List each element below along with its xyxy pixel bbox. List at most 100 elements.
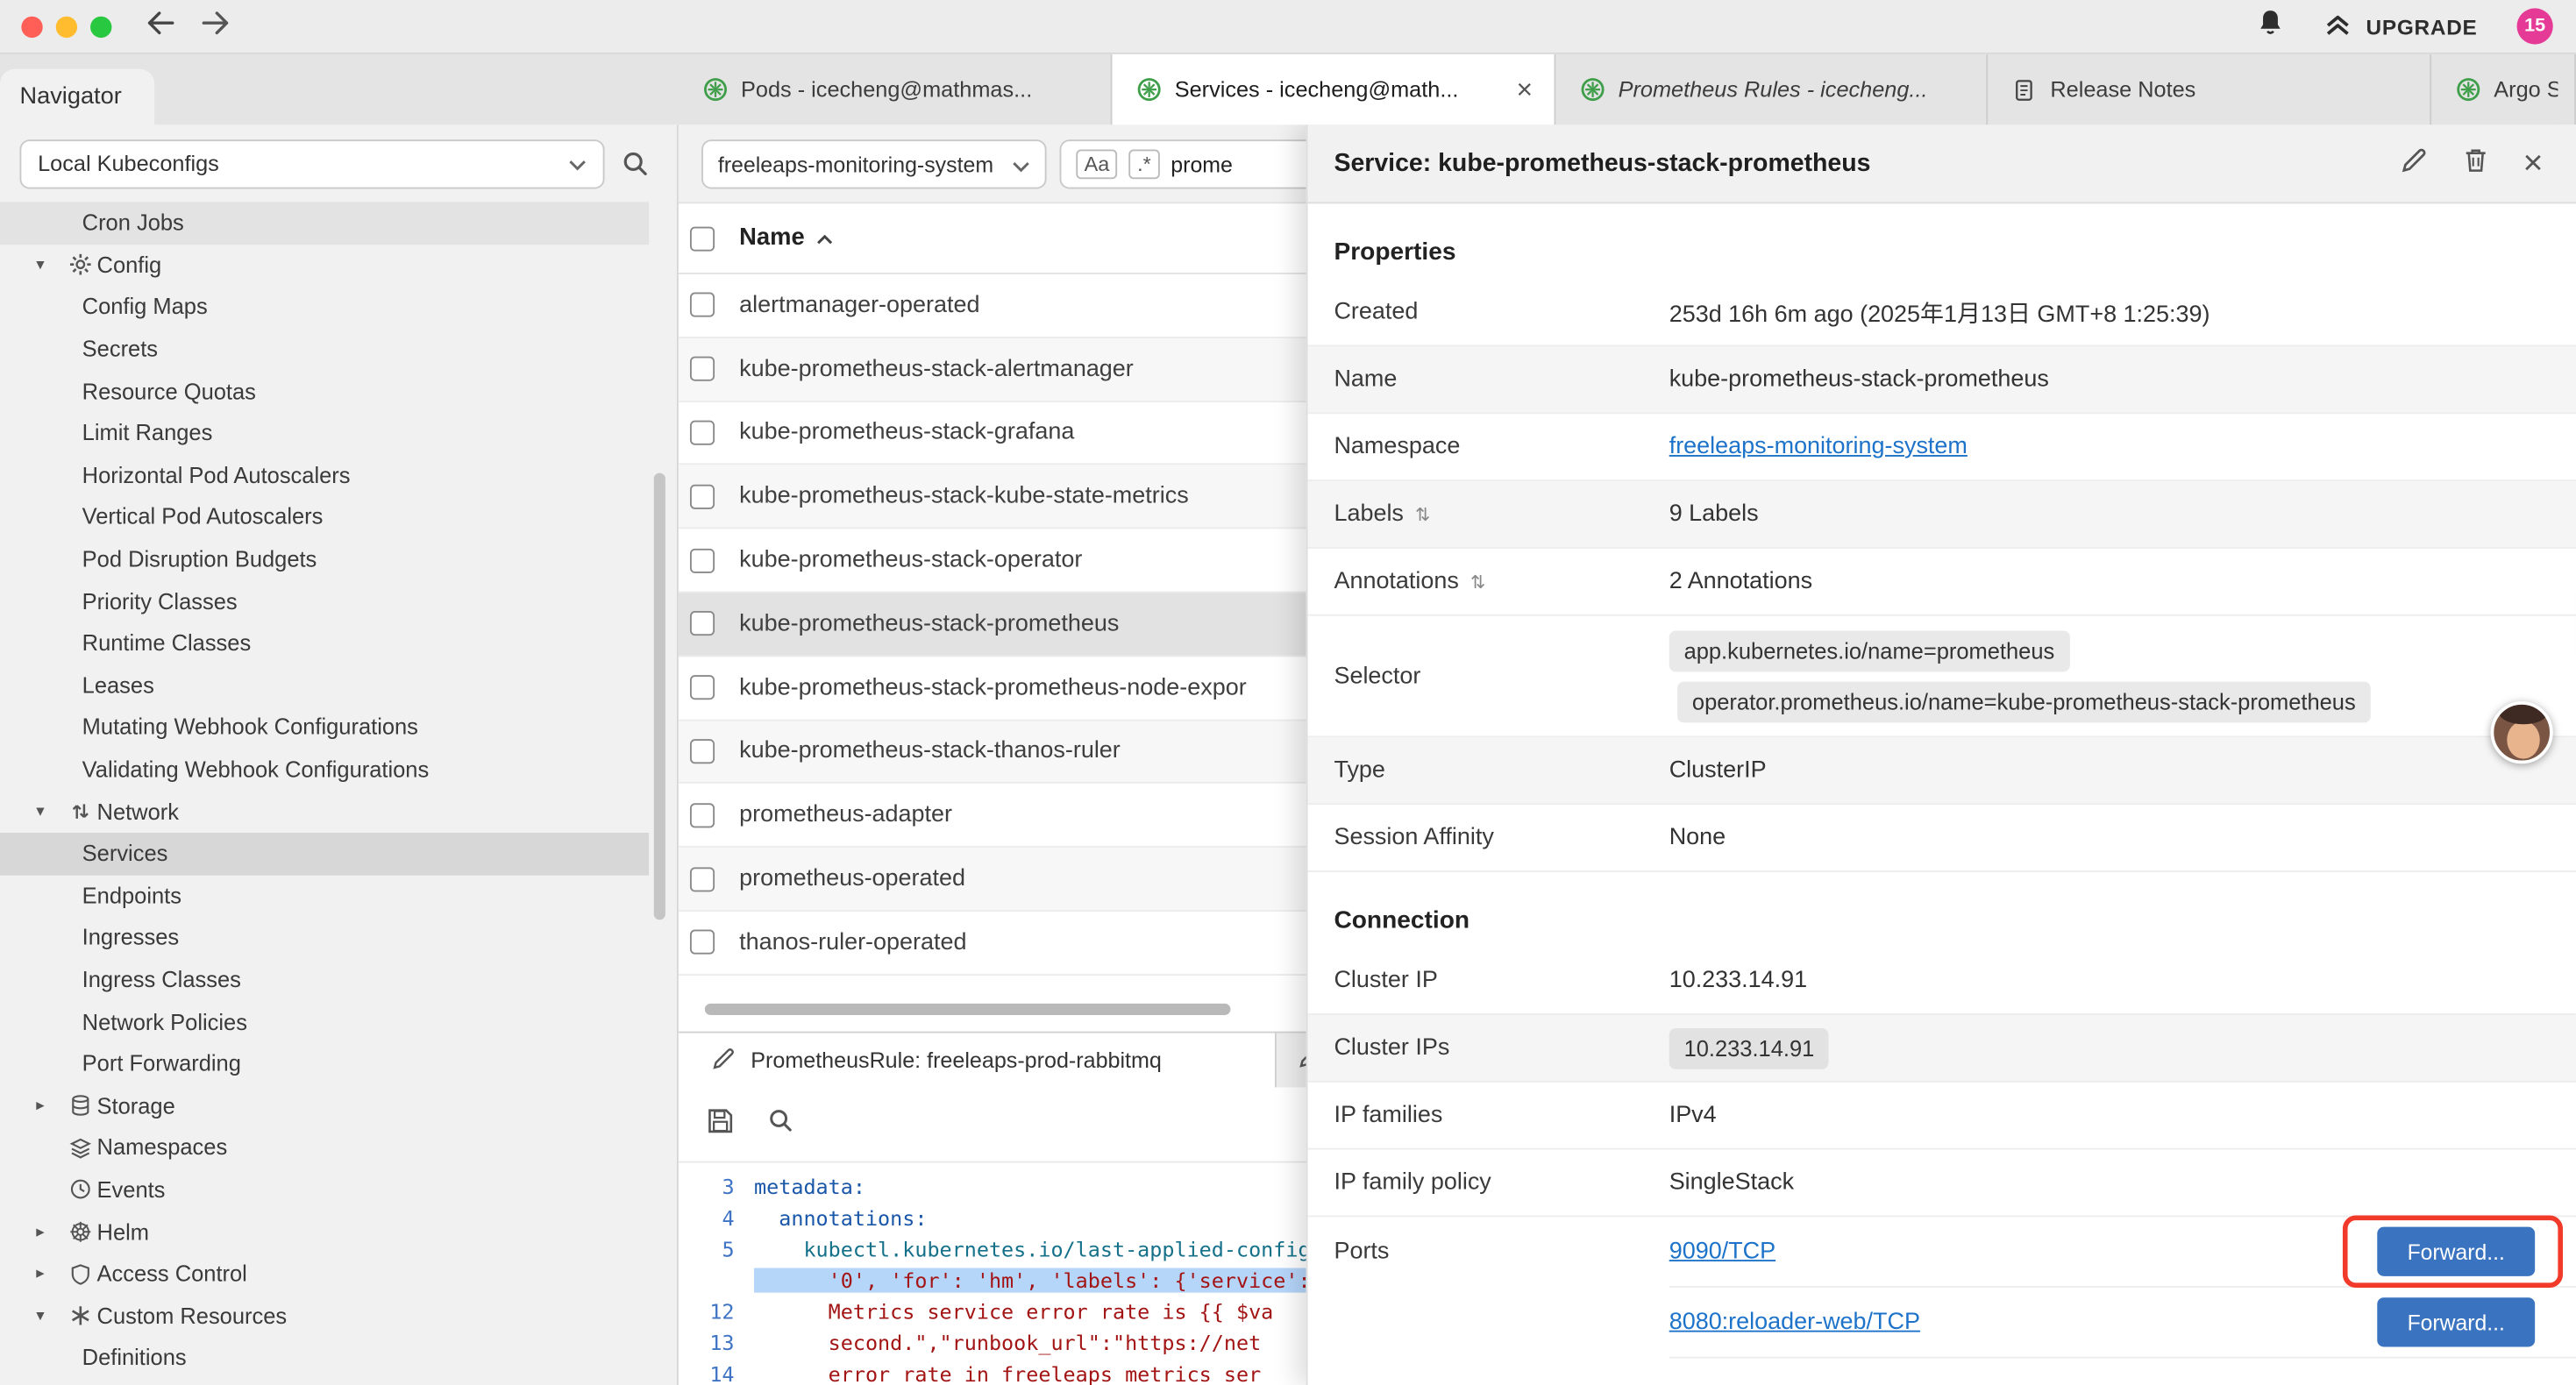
namespace-link[interactable]: freeleaps-monitoring-system xyxy=(1669,434,1968,460)
tab[interactable]: Release Notes xyxy=(1988,54,2431,125)
row-checkbox[interactable] xyxy=(690,867,715,891)
helm-icon xyxy=(64,1220,96,1243)
row-checkbox[interactable] xyxy=(690,293,715,317)
tree-item[interactable]: Events xyxy=(0,1168,649,1211)
expand-collapse-icon[interactable]: ⇅ xyxy=(1415,503,1430,524)
tree-item[interactable]: Config Maps xyxy=(0,286,649,328)
save-icon[interactable] xyxy=(707,1106,735,1142)
tree-item[interactable]: ▸ Access Control xyxy=(0,1253,649,1295)
chevron-icon[interactable]: ▸ xyxy=(36,1097,64,1115)
tree-item[interactable]: Secrets xyxy=(0,328,649,370)
k8s-icon xyxy=(701,77,728,102)
row-checkbox[interactable] xyxy=(690,484,715,508)
tab[interactable]: Prometheus Rules - icecheng... xyxy=(1555,54,1988,125)
tree-item[interactable]: Endpoints xyxy=(0,875,649,917)
tree-item[interactable]: Network Policies xyxy=(0,1001,649,1043)
name-column-header[interactable]: Name xyxy=(739,225,832,252)
port-link[interactable]: 9090/TCP xyxy=(1669,1239,1775,1265)
row-checkbox[interactable] xyxy=(690,548,715,572)
tree-item-label: Secrets xyxy=(82,337,158,361)
kubeconfig-dropdown[interactable]: Local Kubeconfigs xyxy=(19,138,604,188)
tree-item[interactable]: Ingresses xyxy=(0,917,649,959)
port-link[interactable]: 8080:reloader-web/TCP xyxy=(1669,1309,1920,1335)
maximize-window-button[interactable] xyxy=(90,16,111,37)
sidebar-search-icon[interactable] xyxy=(621,150,649,178)
line-number: 5 xyxy=(679,1237,754,1261)
match-case-toggle[interactable]: Aa xyxy=(1076,150,1117,180)
chevron-icon[interactable]: ▾ xyxy=(36,256,64,274)
edit-icon[interactable] xyxy=(2400,146,2428,181)
row-ip-families: IP families IPv4 xyxy=(1307,1083,2576,1150)
notification-count-badge[interactable]: 15 xyxy=(2517,8,2553,44)
tree-item[interactable]: Ingress Classes xyxy=(0,959,649,1001)
row-checkbox[interactable] xyxy=(690,421,715,445)
forward-button[interactable]: Forward... xyxy=(2377,1297,2535,1346)
select-all-checkbox[interactable] xyxy=(690,226,715,251)
tree-item[interactable]: Vertical Pod Autoscalers xyxy=(0,496,649,538)
forward-icon[interactable] xyxy=(199,9,231,43)
forward-button[interactable]: Forward... xyxy=(2377,1227,2535,1276)
tree-item[interactable]: Horizontal Pod Autoscalers xyxy=(0,454,649,496)
row-checkbox[interactable] xyxy=(690,675,715,700)
tree-item[interactable]: ▸ Storage xyxy=(0,1085,649,1127)
tree-item[interactable]: Definitions xyxy=(0,1337,649,1379)
tree-item[interactable]: Limit Ranges xyxy=(0,412,649,454)
row-label: Session Affinity xyxy=(1307,825,1669,851)
port-lines: 9090/TCP Forward... 8080:reloader-web/TC… xyxy=(1669,1217,2576,1358)
row-name: Name kube-prometheus-stack-prometheus xyxy=(1307,346,2576,414)
editor-search-icon[interactable] xyxy=(767,1107,793,1141)
tab-close-icon[interactable]: × xyxy=(1512,73,1538,105)
tree-item[interactable]: Validating Webhook Configurations xyxy=(0,749,649,791)
namespace-dropdown[interactable]: freeleaps-monitoring-system xyxy=(701,139,1046,188)
close-icon[interactable]: × xyxy=(2523,146,2544,181)
tree-item-label: Priority Classes xyxy=(82,589,238,614)
sidebar-scrollbar[interactable] xyxy=(654,473,665,920)
upgrade-button[interactable]: UPGRADE xyxy=(2323,11,2478,42)
delete-icon[interactable] xyxy=(2462,146,2488,181)
row-checkbox[interactable] xyxy=(690,357,715,381)
close-window-button[interactable] xyxy=(21,16,42,37)
port-row: 9090/TCP Forward... xyxy=(1669,1217,2576,1288)
tree-item[interactable]: Services xyxy=(0,833,649,875)
row-selector: Selector app.kubernetes.io/name=promethe… xyxy=(1307,616,2576,738)
tree-item[interactable]: ▾ Config xyxy=(0,244,649,286)
row-label: Namespace xyxy=(1307,434,1669,460)
chevron-icon[interactable]: ▾ xyxy=(36,803,64,821)
tree-item[interactable]: ▸ Helm xyxy=(0,1211,649,1253)
tree-item[interactable]: Mutating Webhook Configurations xyxy=(0,707,649,749)
code-text: second.","runbook_url":"https://net xyxy=(754,1331,1261,1355)
expand-collapse-icon[interactable]: ⇅ xyxy=(1470,571,1485,592)
dock-tab-active[interactable]: PrometheusRule: freeleaps-prod-rabbitmq xyxy=(679,1033,1277,1088)
chevron-icon[interactable]: ▸ xyxy=(36,1265,64,1283)
tree-item[interactable]: Leases xyxy=(0,664,649,707)
tree-item[interactable]: ▾ Network xyxy=(0,791,649,833)
tree-item[interactable]: ▾ Custom Resources xyxy=(0,1295,649,1337)
row-checkbox[interactable] xyxy=(690,930,715,955)
titlebar: UPGRADE 15 xyxy=(0,0,2576,54)
row-checkbox[interactable] xyxy=(690,739,715,764)
gear-icon xyxy=(64,253,96,276)
regex-toggle[interactable]: .* xyxy=(1129,150,1159,180)
tab-label: Release Notes xyxy=(2050,77,2413,102)
tree-item[interactable]: Runtime Classes xyxy=(0,622,649,664)
row-value: None xyxy=(1669,825,2576,851)
back-icon[interactable] xyxy=(145,9,177,43)
row-checkbox[interactable] xyxy=(690,803,715,827)
notifications-bell-icon[interactable] xyxy=(2258,7,2284,45)
tree-item[interactable]: Cron Jobs xyxy=(0,202,649,244)
chevron-icon[interactable]: ▸ xyxy=(36,1223,64,1241)
search-input[interactable] xyxy=(1171,152,1319,176)
service-name: alertmanager-operated xyxy=(739,292,979,318)
row-checkbox[interactable] xyxy=(690,612,715,636)
tab[interactable]: Services - icecheng@math... × xyxy=(1113,54,1556,125)
tab[interactable]: Argo S... xyxy=(2431,54,2576,125)
tree-item[interactable]: Namespaces xyxy=(0,1126,649,1168)
tree-item[interactable]: Priority Classes xyxy=(0,580,649,622)
tab[interactable]: Pods - icecheng@mathmas... xyxy=(679,54,1113,125)
user-avatar[interactable] xyxy=(2491,701,2553,764)
chevron-icon[interactable]: ▾ xyxy=(36,1307,64,1325)
minimize-window-button[interactable] xyxy=(56,16,77,37)
tree-item[interactable]: Port Forwarding xyxy=(0,1043,649,1085)
tree-item[interactable]: Resource Quotas xyxy=(0,370,649,412)
tree-item[interactable]: Pod Disruption Budgets xyxy=(0,538,649,580)
